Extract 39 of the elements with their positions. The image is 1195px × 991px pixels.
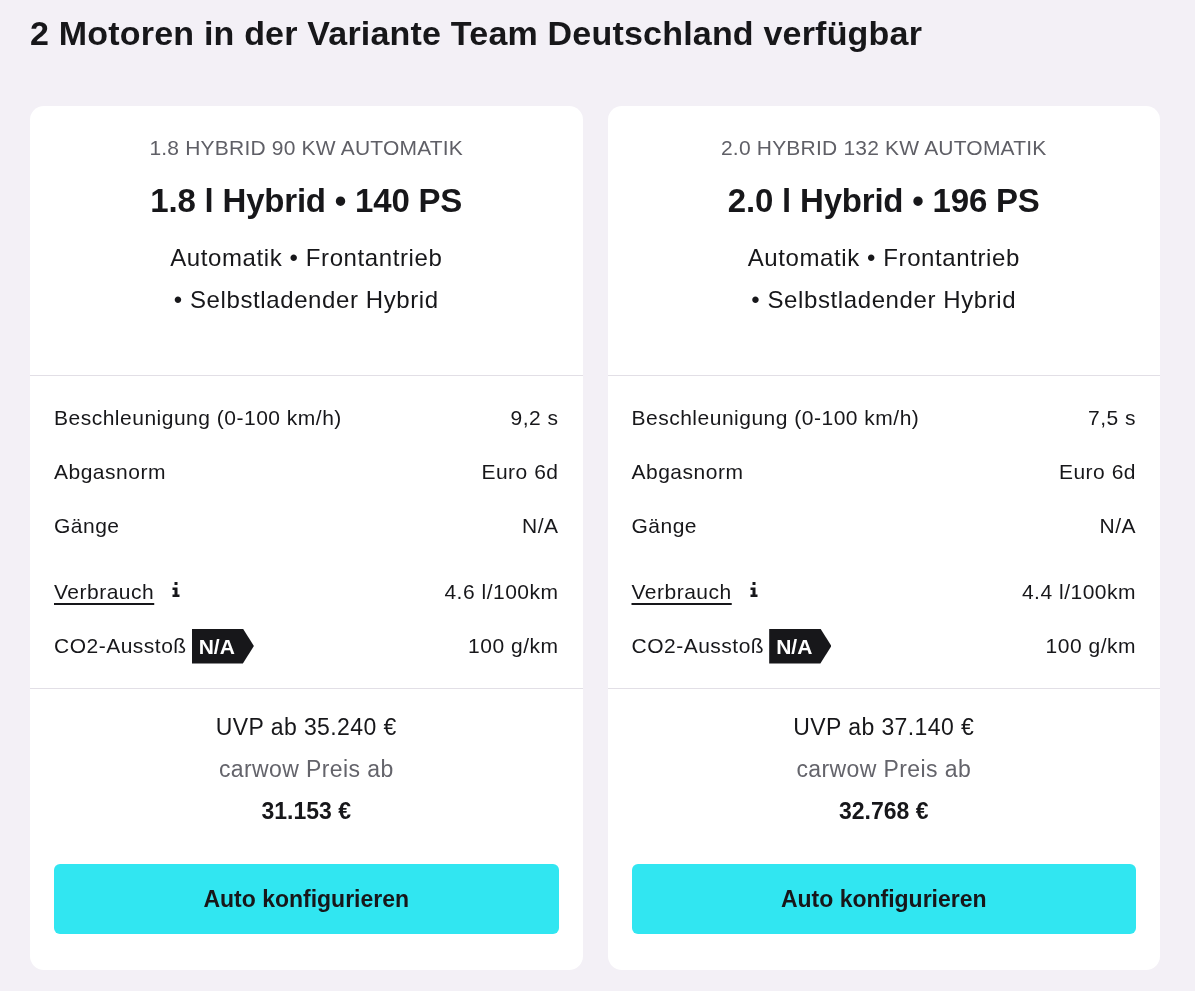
- configure-button[interactable]: Auto konfigurieren: [631, 864, 1136, 934]
- emission-badge: N/A: [769, 628, 832, 664]
- spec-label: Abgasnorm: [54, 460, 166, 484]
- spec-value: 9,2 s: [510, 406, 559, 430]
- spec-value: 4.4 l/100km: [1021, 580, 1136, 604]
- offer-price: 32.768 €: [839, 797, 929, 826]
- spec-label: CO2-Ausstoß: [631, 634, 765, 658]
- variant-code: 1.8 HYBRID 90 KW AUTOMATIK: [149, 136, 464, 160]
- configure-button[interactable]: Auto konfigurieren: [54, 864, 559, 934]
- engine-description: Automatik • Frontantrieb • Selbstladender Hybrid: [170, 243, 443, 315]
- info-icon[interactable]: [172, 581, 181, 597]
- spec-value: N/A: [1099, 514, 1136, 538]
- offer-price: 31.153 €: [261, 797, 351, 826]
- spec-label: Abgasnorm: [631, 460, 744, 484]
- emission-badge: N/A: [191, 628, 254, 664]
- spec-label: Beschleunigung (0-100 km/h): [631, 406, 920, 430]
- spec-label: Gänge: [631, 514, 698, 538]
- spec-label: CO2-Ausstoß: [54, 634, 187, 658]
- spec-value: 100 g/km: [1045, 634, 1136, 658]
- spec-label: Gänge: [54, 514, 120, 538]
- engine-title: 1.8 l Hybrid • 140 PS: [150, 181, 463, 221]
- spec-value: 4.6 l/100km: [444, 580, 559, 604]
- spec-value: Euro 6d: [481, 460, 559, 484]
- variant-code: 2.0 HYBRID 132 KW AUTOMATIK: [720, 136, 1047, 160]
- spec-label: Beschleunigung (0-100 km/h): [54, 406, 342, 430]
- consumption-link[interactable]: Verbrauch: [54, 580, 155, 604]
- engine-title: 2.0 l Hybrid • 196 PS: [727, 181, 1040, 221]
- msrp-price: UVP ab 35.240 €: [215, 713, 397, 742]
- offer-label: carwow Preis ab: [218, 755, 394, 784]
- spec-value: 100 g/km: [468, 634, 559, 658]
- spec-value: 7,5 s: [1087, 406, 1136, 430]
- spec-value: Euro 6d: [1058, 460, 1136, 484]
- msrp-price: UVP ab 37.140 €: [793, 713, 975, 742]
- offer-label: carwow Preis ab: [796, 755, 972, 784]
- consumption-link[interactable]: Verbrauch: [631, 580, 732, 604]
- engine-description: Automatik • Frontantrieb • Selbstladender Hybrid: [747, 243, 1020, 315]
- info-icon[interactable]: [749, 581, 758, 597]
- spec-value: N/A: [522, 514, 559, 538]
- page-heading: 2 Motoren in der Variante Team Deutschland verfügbar: [30, 13, 923, 53]
